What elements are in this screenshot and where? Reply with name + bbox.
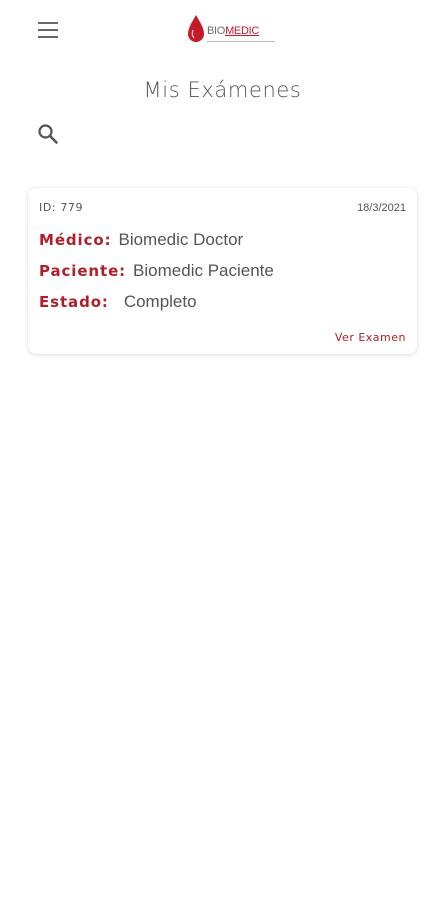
medico-value: Biomedic Doctor — [118, 230, 244, 249]
logo-text: BIOMEDIC — [207, 25, 259, 37]
ver-examen-link[interactable]: Ver Examen — [335, 331, 406, 344]
paciente-label: Paciente: — [39, 262, 127, 280]
app-header: BIOMEDIC — [0, 0, 445, 62]
logo-underline — [207, 41, 275, 42]
estado-value: Completo — [123, 292, 197, 311]
logo-text-medic: MEDIC — [225, 25, 260, 37]
paciente-row: Paciente: Biomedic Paciente — [39, 261, 274, 283]
medico-row: Médico: Biomedic Doctor — [39, 230, 243, 252]
hamburger-menu-icon[interactable] — [34, 18, 62, 42]
exam-date: 18/3/2021 — [357, 202, 406, 214]
blood-drop-icon — [188, 15, 204, 42]
search-icon[interactable] — [36, 122, 60, 146]
logo-text-bio: BIO — [207, 25, 226, 37]
estado-row: Estado: Completo — [39, 292, 197, 314]
exam-id: ID: 779 — [39, 201, 84, 214]
paciente-value: Biomedic Paciente — [133, 261, 274, 280]
exam-card[interactable]: ID: 779 18/3/2021 Médico: Biomedic Doctor… — [28, 188, 417, 354]
biomedic-logo: BIOMEDIC — [186, 13, 278, 47]
page-title: Mis Exámenes — [143, 78, 302, 102]
estado-label: Estado: — [39, 293, 109, 311]
medico-label: Médico: — [39, 231, 112, 249]
